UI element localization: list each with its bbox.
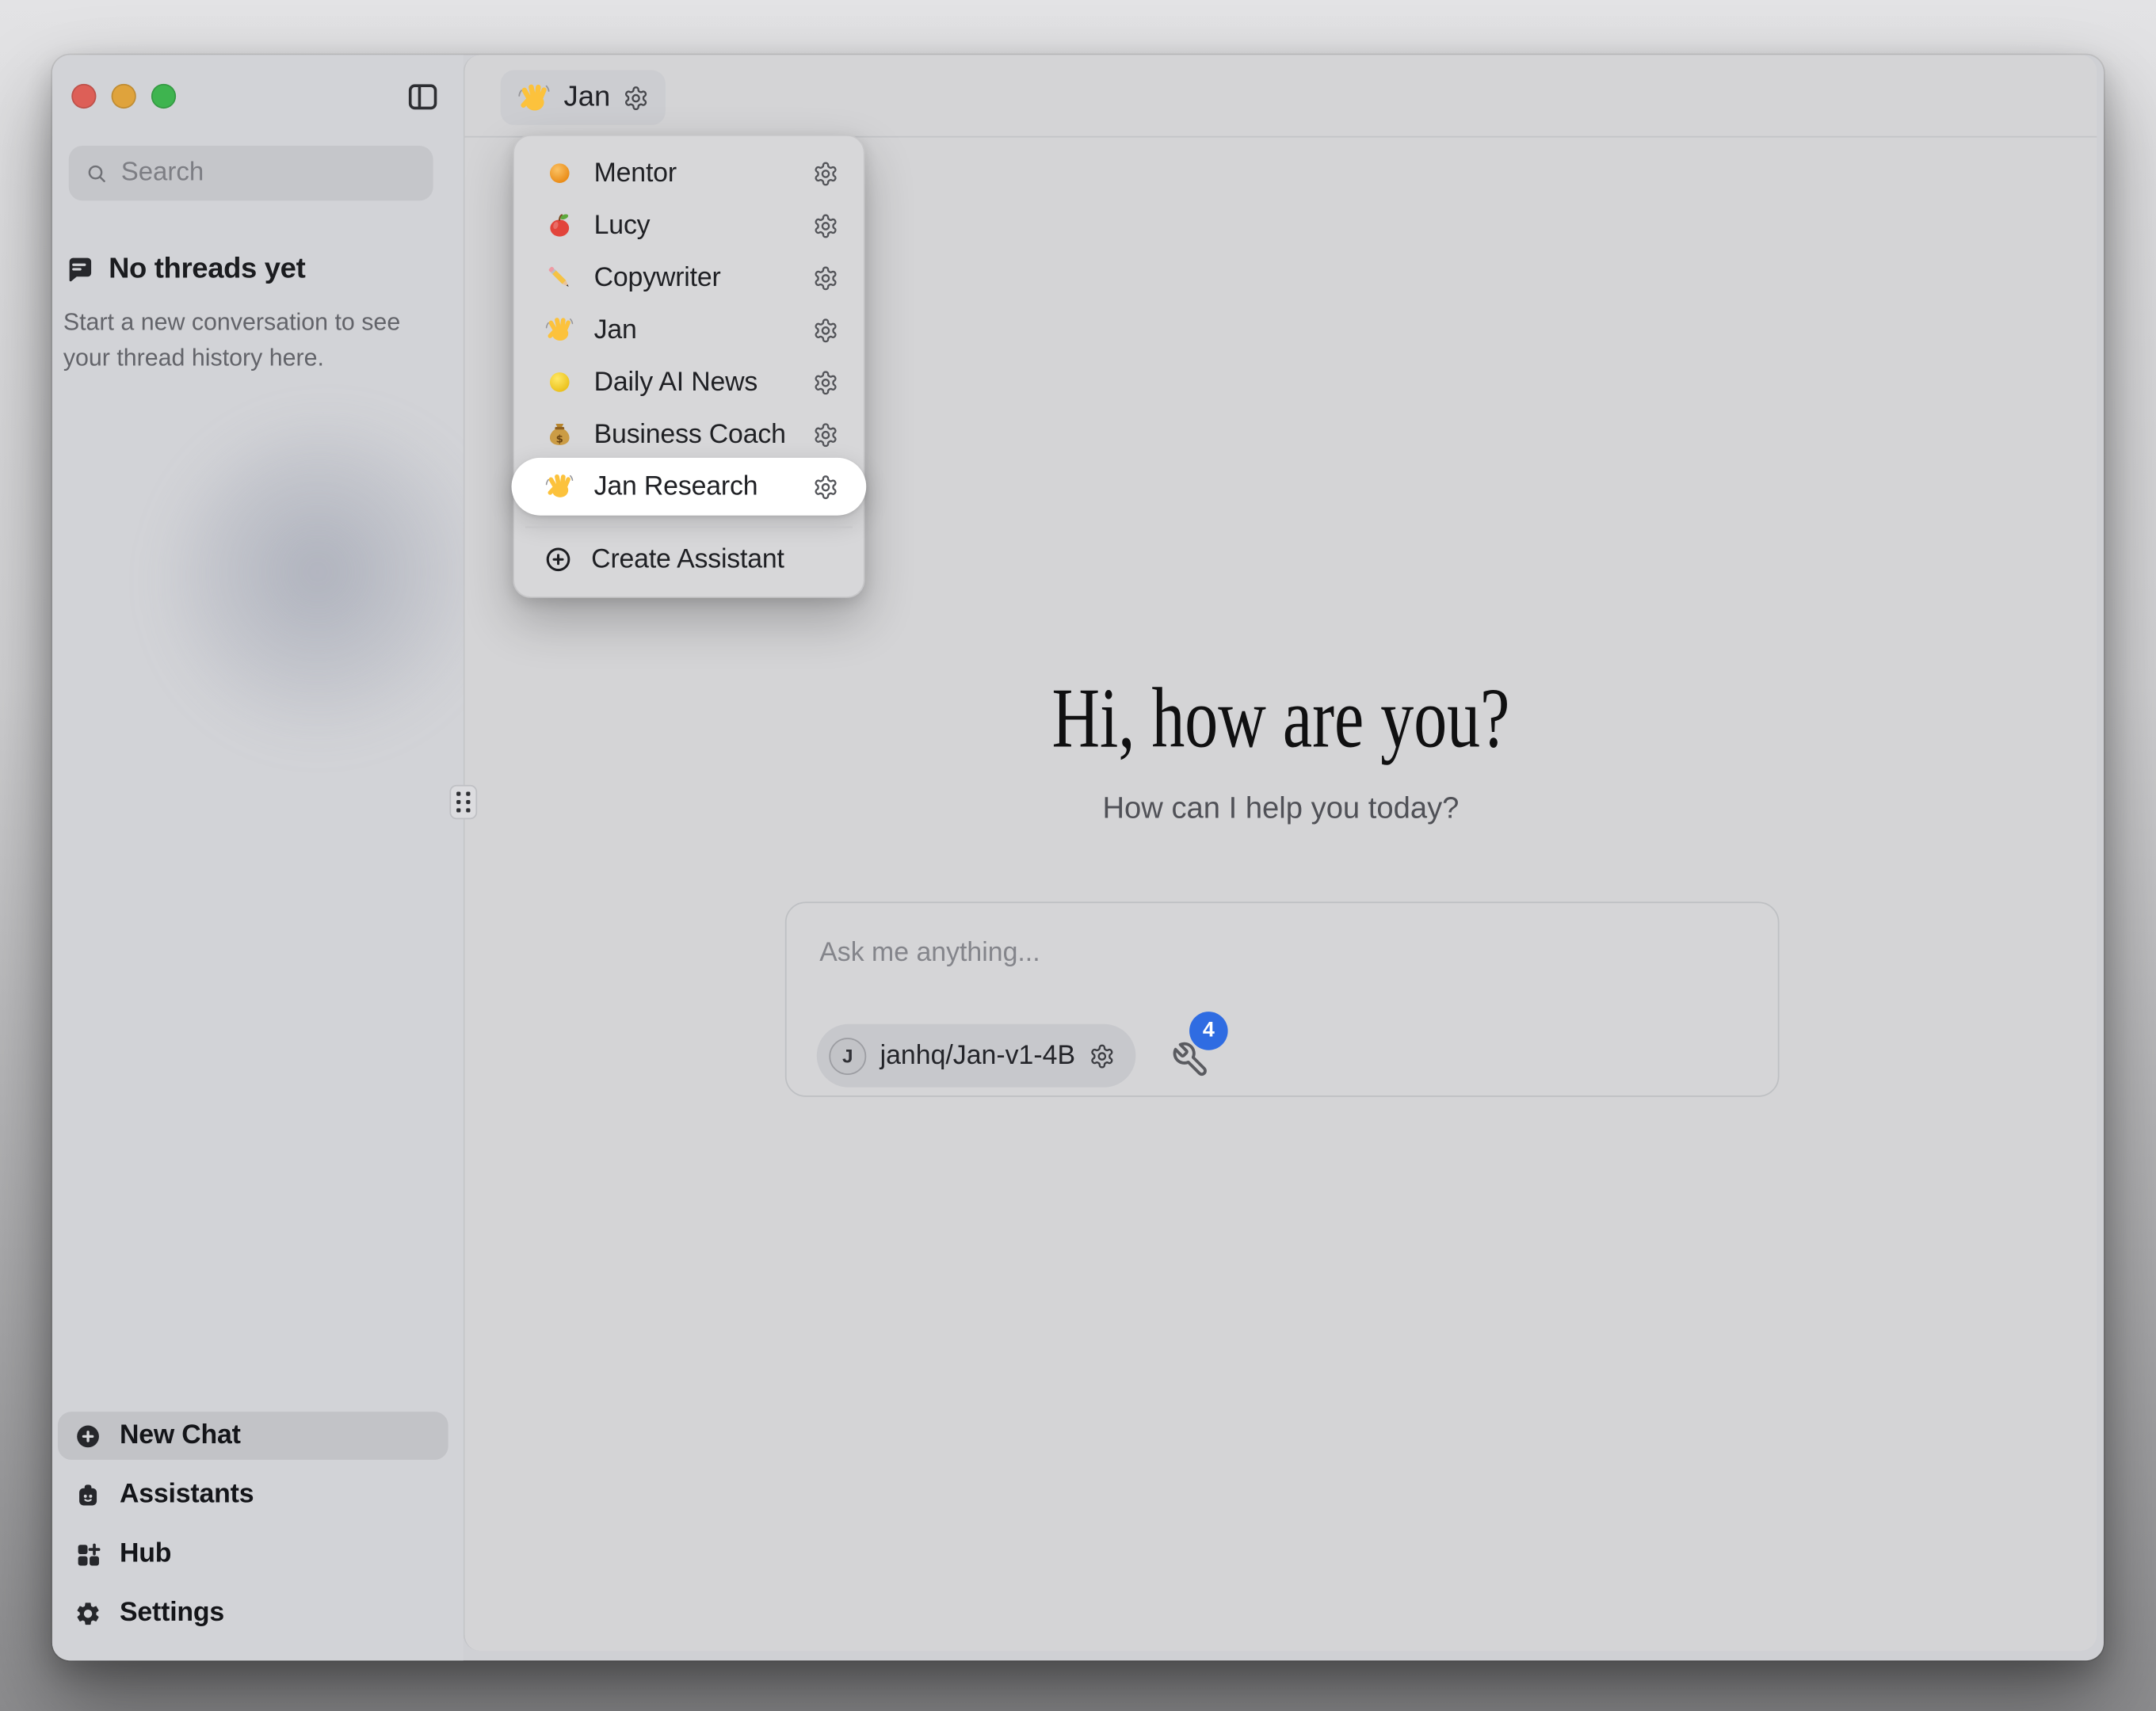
sidebar-item-label: Settings: [120, 1597, 224, 1629]
assistant-selector-label: Jan: [563, 81, 610, 114]
desktop-background: No threads yet Start a new conversation …: [0, 0, 2156, 1711]
sidebar-logo-glow: [169, 423, 492, 746]
assistant-menu-item[interactable]: Jan Research: [512, 458, 867, 516]
assistant-menu-item-label: Copywriter: [594, 262, 794, 294]
assistant-settings-gear-icon[interactable]: [813, 421, 839, 448]
assistant-menu-item[interactable]: Copywriter: [522, 252, 855, 304]
threads-empty-state: No threads yet Start a new conversation …: [63, 253, 424, 375]
greeting-subtitle: How can I help you today?: [465, 791, 2097, 826]
assistant-settings-gear-icon[interactable]: [813, 474, 839, 500]
assistant-menu-item-label: Business Coach: [594, 418, 794, 450]
assistant-settings-gear-icon[interactable]: [623, 85, 649, 111]
model-avatar: J: [829, 1037, 866, 1074]
hub-icon: [74, 1540, 102, 1568]
sidebar-item-label: Assistants: [120, 1479, 254, 1511]
chat-input[interactable]: [787, 903, 1778, 999]
model-name: janhq/Jan-v1-4B: [880, 1040, 1075, 1072]
search-bar[interactable]: [69, 146, 433, 200]
assistant-menu-item[interactable]: Daily AI News: [522, 356, 855, 408]
assistants-icon: [74, 1481, 102, 1509]
sidebar-resize-handle[interactable]: [449, 785, 477, 819]
sidebar-item-settings[interactable]: Settings: [58, 1589, 448, 1637]
search-icon: [86, 162, 109, 185]
tools-count-badge: 4: [1189, 1012, 1228, 1050]
wave-icon: [544, 314, 574, 345]
menu-divider: [525, 527, 853, 528]
sidebar-item-hub[interactable]: Hub: [58, 1530, 448, 1578]
sidebar-item-assistants[interactable]: Assistants: [58, 1471, 448, 1519]
sidebar: No threads yet Start a new conversation …: [52, 55, 464, 1660]
assistant-menu-item[interactable]: $ Business Coach: [522, 408, 855, 460]
search-input[interactable]: [121, 158, 417, 189]
sidebar-toggle-icon: [406, 80, 440, 114]
main-content: Jan Mentor Lucy Copywriter: [464, 55, 2097, 1651]
assistant-menu-item[interactable]: Mentor: [522, 147, 855, 200]
empty-state-title: No threads yet: [109, 253, 305, 286]
minimize-window-button[interactable]: [112, 84, 136, 109]
zoom-window-button[interactable]: [151, 84, 176, 109]
assistant-menu-item-label: Jan: [594, 314, 794, 346]
assistant-settings-gear-icon[interactable]: [813, 265, 839, 291]
app-window: No threads yet Start a new conversation …: [52, 55, 2104, 1660]
sidebar-item-label: New Chat: [120, 1420, 241, 1452]
assistant-menu-item-label: Jan Research: [594, 471, 794, 502]
toggle-sidebar-button[interactable]: [406, 80, 439, 113]
new-chat-icon: [74, 1422, 102, 1450]
assistant-menu: Mentor Lucy Copywriter Jan: [513, 135, 864, 598]
model-settings-gear-icon[interactable]: [1089, 1042, 1115, 1069]
create-assistant-label: Create Assistant: [591, 543, 838, 575]
pencil-icon: [544, 262, 574, 292]
apple-icon: [544, 211, 574, 241]
assistant-menu-item[interactable]: Lucy: [522, 200, 855, 252]
orange-circle-icon: [544, 158, 574, 189]
assistant-menu-item-label: Lucy: [594, 210, 794, 242]
assistant-menu-item[interactable]: Jan: [522, 304, 855, 356]
window-controls: [71, 84, 176, 109]
empty-state-description: Start a new conversation to see your thr…: [63, 304, 424, 375]
sidebar-nav: New Chat Assistants Hub Settings: [58, 1412, 448, 1648]
assistant-settings-gear-icon[interactable]: [813, 369, 839, 395]
model-selector[interactable]: J janhq/Jan-v1-4B: [817, 1024, 1136, 1088]
assistant-settings-gear-icon[interactable]: [813, 212, 839, 238]
settings-icon: [74, 1599, 102, 1627]
assistant-menu-item-label: Mentor: [594, 158, 794, 189]
sidebar-item-label: Hub: [120, 1538, 171, 1570]
yellow-circle-icon: [544, 367, 574, 397]
svg-text:$: $: [556, 434, 563, 446]
chat-bubble-icon: [63, 253, 95, 285]
plus-circle-icon: [544, 546, 572, 574]
chat-composer: J janhq/Jan-v1-4B 4: [785, 901, 1780, 1096]
main-header: Jan: [465, 55, 2097, 137]
assistant-settings-gear-icon[interactable]: [813, 317, 839, 343]
sidebar-item-new-chat[interactable]: New Chat: [58, 1412, 448, 1460]
assistant-settings-gear-icon[interactable]: [813, 160, 839, 186]
greeting-title: Hi, how are you?: [465, 673, 2097, 764]
wave-icon: [544, 471, 574, 501]
create-assistant-button[interactable]: Create Assistant: [522, 533, 855, 585]
assistant-menu-item-label: Daily AI News: [594, 366, 794, 398]
money-bag-icon: $: [544, 419, 574, 449]
close-window-button[interactable]: [71, 84, 96, 109]
assistant-selector-button[interactable]: Jan: [501, 70, 666, 125]
wave-icon: [517, 81, 551, 115]
